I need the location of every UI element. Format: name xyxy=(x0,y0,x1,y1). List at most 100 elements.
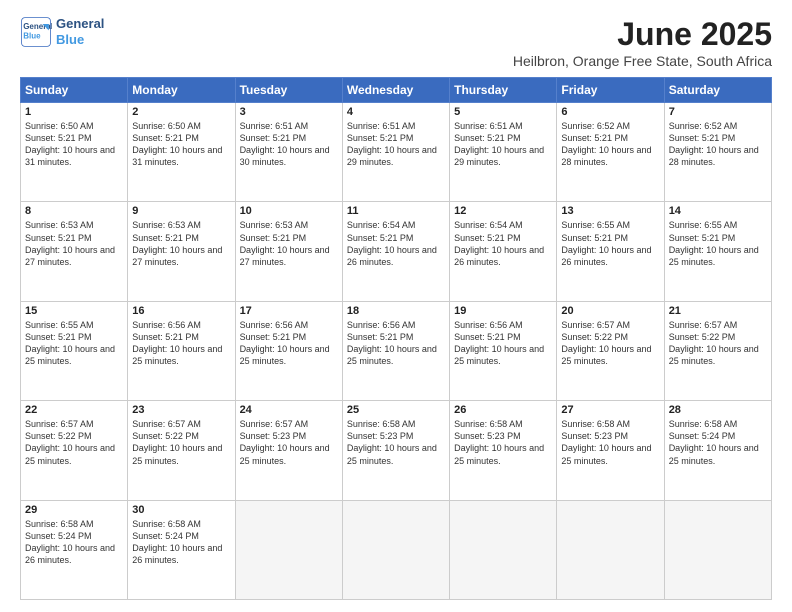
day-number-2: 2 xyxy=(132,106,230,118)
day-info-18: Sunrise: 6:56 AMSunset: 5:21 PMDaylight:… xyxy=(347,319,445,368)
header-monday: Monday xyxy=(128,78,235,103)
svg-text:Blue: Blue xyxy=(23,31,41,40)
day-number-18: 18 xyxy=(347,305,445,317)
day-cell-27: 27 Sunrise: 6:58 AMSunset: 5:23 PMDaylig… xyxy=(557,401,664,500)
day-number-7: 7 xyxy=(669,106,767,118)
day-info-14: Sunrise: 6:55 AMSunset: 5:21 PMDaylight:… xyxy=(669,219,767,268)
day-cell-11: 11 Sunrise: 6:54 AMSunset: 5:21 PMDaylig… xyxy=(342,202,449,301)
title-block: June 2025 Heilbron, Orange Free State, S… xyxy=(513,16,772,69)
day-number-12: 12 xyxy=(454,205,552,217)
week-row-4: 22 Sunrise: 6:57 AMSunset: 5:22 PMDaylig… xyxy=(21,401,772,500)
day-cell-8: 8 Sunrise: 6:53 AMSunset: 5:21 PMDayligh… xyxy=(21,202,128,301)
day-info-5: Sunrise: 6:51 AMSunset: 5:21 PMDaylight:… xyxy=(454,120,552,169)
logo-line1: General xyxy=(56,16,104,32)
day-info-12: Sunrise: 6:54 AMSunset: 5:21 PMDaylight:… xyxy=(454,219,552,268)
day-cell-24: 24 Sunrise: 6:57 AMSunset: 5:23 PMDaylig… xyxy=(235,401,342,500)
day-info-20: Sunrise: 6:57 AMSunset: 5:22 PMDaylight:… xyxy=(561,319,659,368)
empty-cell xyxy=(342,500,449,599)
day-cell-4: 4 Sunrise: 6:51 AMSunset: 5:21 PMDayligh… xyxy=(342,103,449,202)
month-title: June 2025 xyxy=(513,16,772,53)
day-info-23: Sunrise: 6:57 AMSunset: 5:22 PMDaylight:… xyxy=(132,418,230,467)
day-number-23: 23 xyxy=(132,404,230,416)
day-info-27: Sunrise: 6:58 AMSunset: 5:23 PMDaylight:… xyxy=(561,418,659,467)
day-cell-16: 16 Sunrise: 6:56 AMSunset: 5:21 PMDaylig… xyxy=(128,301,235,400)
day-number-22: 22 xyxy=(25,404,123,416)
day-info-7: Sunrise: 6:52 AMSunset: 5:21 PMDaylight:… xyxy=(669,120,767,169)
day-cell-25: 25 Sunrise: 6:58 AMSunset: 5:23 PMDaylig… xyxy=(342,401,449,500)
day-cell-29: 29 Sunrise: 6:58 AMSunset: 5:24 PMDaylig… xyxy=(21,500,128,599)
day-cell-17: 17 Sunrise: 6:56 AMSunset: 5:21 PMDaylig… xyxy=(235,301,342,400)
week-row-2: 8 Sunrise: 6:53 AMSunset: 5:21 PMDayligh… xyxy=(21,202,772,301)
calendar-table: Sunday Monday Tuesday Wednesday Thursday… xyxy=(20,77,772,600)
header: General Blue General Blue June 2025 Heil… xyxy=(20,16,772,69)
day-info-24: Sunrise: 6:57 AMSunset: 5:23 PMDaylight:… xyxy=(240,418,338,467)
day-info-15: Sunrise: 6:55 AMSunset: 5:21 PMDaylight:… xyxy=(25,319,123,368)
header-thursday: Thursday xyxy=(450,78,557,103)
day-number-14: 14 xyxy=(669,205,767,217)
day-number-21: 21 xyxy=(669,305,767,317)
day-info-2: Sunrise: 6:50 AMSunset: 5:21 PMDaylight:… xyxy=(132,120,230,169)
subtitle: Heilbron, Orange Free State, South Afric… xyxy=(513,53,772,69)
day-cell-23: 23 Sunrise: 6:57 AMSunset: 5:22 PMDaylig… xyxy=(128,401,235,500)
day-number-5: 5 xyxy=(454,106,552,118)
day-info-25: Sunrise: 6:58 AMSunset: 5:23 PMDaylight:… xyxy=(347,418,445,467)
logo-icon: General Blue xyxy=(20,16,52,48)
empty-cell xyxy=(450,500,557,599)
day-number-27: 27 xyxy=(561,404,659,416)
day-cell-6: 6 Sunrise: 6:52 AMSunset: 5:21 PMDayligh… xyxy=(557,103,664,202)
page: General Blue General Blue June 2025 Heil… xyxy=(0,0,792,612)
day-cell-7: 7 Sunrise: 6:52 AMSunset: 5:21 PMDayligh… xyxy=(664,103,771,202)
day-cell-30: 30 Sunrise: 6:58 AMSunset: 5:24 PMDaylig… xyxy=(128,500,235,599)
day-info-1: Sunrise: 6:50 AMSunset: 5:21 PMDaylight:… xyxy=(25,120,123,169)
day-info-26: Sunrise: 6:58 AMSunset: 5:23 PMDaylight:… xyxy=(454,418,552,467)
header-friday: Friday xyxy=(557,78,664,103)
day-number-11: 11 xyxy=(347,205,445,217)
day-info-9: Sunrise: 6:53 AMSunset: 5:21 PMDaylight:… xyxy=(132,219,230,268)
day-cell-9: 9 Sunrise: 6:53 AMSunset: 5:21 PMDayligh… xyxy=(128,202,235,301)
day-number-19: 19 xyxy=(454,305,552,317)
header-sunday: Sunday xyxy=(21,78,128,103)
day-info-16: Sunrise: 6:56 AMSunset: 5:21 PMDaylight:… xyxy=(132,319,230,368)
day-info-22: Sunrise: 6:57 AMSunset: 5:22 PMDaylight:… xyxy=(25,418,123,467)
logo-line2: Blue xyxy=(56,32,104,48)
day-cell-10: 10 Sunrise: 6:53 AMSunset: 5:21 PMDaylig… xyxy=(235,202,342,301)
day-number-6: 6 xyxy=(561,106,659,118)
day-cell-3: 3 Sunrise: 6:51 AMSunset: 5:21 PMDayligh… xyxy=(235,103,342,202)
day-cell-20: 20 Sunrise: 6:57 AMSunset: 5:22 PMDaylig… xyxy=(557,301,664,400)
day-info-4: Sunrise: 6:51 AMSunset: 5:21 PMDaylight:… xyxy=(347,120,445,169)
day-number-20: 20 xyxy=(561,305,659,317)
day-number-17: 17 xyxy=(240,305,338,317)
logo: General Blue General Blue xyxy=(20,16,104,48)
day-info-29: Sunrise: 6:58 AMSunset: 5:24 PMDaylight:… xyxy=(25,518,123,567)
day-cell-26: 26 Sunrise: 6:58 AMSunset: 5:23 PMDaylig… xyxy=(450,401,557,500)
day-number-13: 13 xyxy=(561,205,659,217)
week-row-5: 29 Sunrise: 6:58 AMSunset: 5:24 PMDaylig… xyxy=(21,500,772,599)
day-cell-14: 14 Sunrise: 6:55 AMSunset: 5:21 PMDaylig… xyxy=(664,202,771,301)
day-number-4: 4 xyxy=(347,106,445,118)
empty-cell xyxy=(235,500,342,599)
day-number-3: 3 xyxy=(240,106,338,118)
week-row-1: 1 Sunrise: 6:50 AMSunset: 5:21 PMDayligh… xyxy=(21,103,772,202)
day-cell-5: 5 Sunrise: 6:51 AMSunset: 5:21 PMDayligh… xyxy=(450,103,557,202)
day-info-11: Sunrise: 6:54 AMSunset: 5:21 PMDaylight:… xyxy=(347,219,445,268)
day-cell-21: 21 Sunrise: 6:57 AMSunset: 5:22 PMDaylig… xyxy=(664,301,771,400)
day-cell-12: 12 Sunrise: 6:54 AMSunset: 5:21 PMDaylig… xyxy=(450,202,557,301)
day-number-16: 16 xyxy=(132,305,230,317)
day-info-13: Sunrise: 6:55 AMSunset: 5:21 PMDaylight:… xyxy=(561,219,659,268)
week-row-3: 15 Sunrise: 6:55 AMSunset: 5:21 PMDaylig… xyxy=(21,301,772,400)
day-cell-2: 2 Sunrise: 6:50 AMSunset: 5:21 PMDayligh… xyxy=(128,103,235,202)
header-wednesday: Wednesday xyxy=(342,78,449,103)
day-number-24: 24 xyxy=(240,404,338,416)
day-cell-19: 19 Sunrise: 6:56 AMSunset: 5:21 PMDaylig… xyxy=(450,301,557,400)
day-cell-28: 28 Sunrise: 6:58 AMSunset: 5:24 PMDaylig… xyxy=(664,401,771,500)
empty-cell xyxy=(664,500,771,599)
day-number-28: 28 xyxy=(669,404,767,416)
day-number-9: 9 xyxy=(132,205,230,217)
empty-cell xyxy=(557,500,664,599)
day-info-10: Sunrise: 6:53 AMSunset: 5:21 PMDaylight:… xyxy=(240,219,338,268)
day-number-30: 30 xyxy=(132,504,230,516)
day-cell-13: 13 Sunrise: 6:55 AMSunset: 5:21 PMDaylig… xyxy=(557,202,664,301)
day-info-8: Sunrise: 6:53 AMSunset: 5:21 PMDaylight:… xyxy=(25,219,123,268)
day-cell-22: 22 Sunrise: 6:57 AMSunset: 5:22 PMDaylig… xyxy=(21,401,128,500)
day-cell-18: 18 Sunrise: 6:56 AMSunset: 5:21 PMDaylig… xyxy=(342,301,449,400)
